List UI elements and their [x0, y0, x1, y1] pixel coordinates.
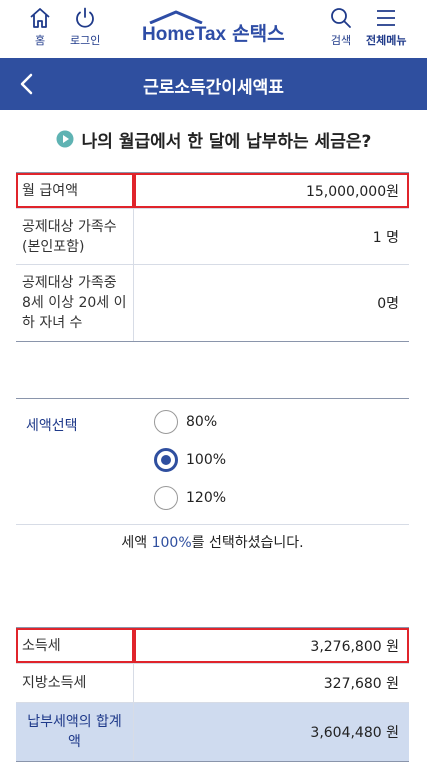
children-count-value[interactable]: 0명 — [134, 265, 409, 341]
family-count-label: 공제대상 가족수(본인포함) — [16, 209, 134, 264]
table-row: 공제대상 가족수(본인포함) 1 명 — [16, 209, 409, 265]
login-label: 로그인 — [70, 34, 101, 47]
question-text: 나의 월급에서 한 달에 납부하는 세금은? — [81, 131, 372, 152]
table-row: 지방소득세 327,680 원 — [16, 664, 409, 703]
radio-80-label: 80% — [186, 414, 218, 430]
selection-message-suffix: 를 선택하셨습니다. — [191, 535, 304, 551]
play-circle-icon — [56, 130, 74, 148]
selection-message-percent: 100% — [151, 535, 192, 551]
total-tax-value: 3,604,480 원 — [310, 725, 399, 741]
radio-80[interactable]: 80% — [154, 410, 217, 434]
radio-circle[interactable] — [154, 448, 178, 472]
income-tax-label: 소득세 — [16, 628, 134, 663]
radio-120-label: 120% — [186, 490, 227, 506]
table-row: 납부세액의 합계액 3,604,480 원 — [16, 703, 409, 761]
logo-roof-icon — [149, 10, 203, 24]
local-income-tax-value: 327,680 원 — [323, 676, 399, 692]
total-tax-label: 납부세액의 합계액 — [16, 703, 134, 761]
home-button[interactable]: 홈 — [28, 6, 52, 48]
result-table: 소득세 3,276,800 원 지방소득세 327,680 원 납부세액의 합계… — [16, 627, 409, 762]
tax-rate-selection: 세액선택 80% 100% 120% — [16, 398, 409, 525]
table-row: 소득세 3,276,800 원 — [16, 628, 409, 664]
selection-message: 세액 100%를 선택하셨습니다. — [16, 532, 409, 552]
search-icon — [331, 8, 351, 28]
power-icon — [76, 7, 95, 28]
search-label: 검색 — [330, 34, 352, 47]
input-table: 월 급여액 15,000,000원 공제대상 가족수(본인포함) 1 명 공제대… — [16, 172, 409, 342]
home-label: 홈 — [34, 34, 46, 47]
hamburger-icon — [377, 10, 396, 26]
selection-message-prefix: 세액 — [121, 535, 152, 551]
radio-circle[interactable] — [154, 410, 178, 434]
top-bar: 홈 로그인 HomeTax 손택스 검색 전체메뉴 — [0, 0, 427, 58]
monthly-salary-label: 월 급여액 — [16, 173, 134, 208]
all-menu-label: 전체메뉴 — [366, 34, 407, 47]
radio-circle[interactable] — [154, 486, 178, 510]
all-menu-button[interactable]: 전체메뉴 — [366, 6, 406, 48]
question-heading: 나의 월급에서 한 달에 납부하는 세금은? — [0, 124, 427, 154]
tax-select-label: 세액선택 — [26, 418, 78, 434]
search-button[interactable]: 검색 — [329, 6, 353, 48]
monthly-salary-value[interactable]: 15,000,000원 — [134, 173, 409, 208]
title-bar: 근로소득간이세액표 — [0, 58, 427, 110]
family-count-value[interactable]: 1 명 — [134, 209, 409, 264]
login-button[interactable]: 로그인 — [70, 6, 100, 48]
table-row: 월 급여액 15,000,000원 — [16, 173, 409, 209]
home-icon — [30, 8, 50, 28]
income-tax-value: 3,276,800 원 — [134, 628, 409, 663]
logo-text-en: HomeTax — [142, 24, 227, 45]
radio-120[interactable]: 120% — [154, 486, 226, 510]
radio-100-label: 100% — [186, 452, 227, 468]
logo-text-ko: 손택스 — [232, 23, 285, 45]
children-count-label: 공제대상 가족중 8세 이상 20세 이하 자녀 수 — [16, 265, 134, 341]
page-title: 근로소득간이세액표 — [143, 78, 284, 98]
table-row: 공제대상 가족중 8세 이상 20세 이하 자녀 수 0명 — [16, 265, 409, 341]
radio-100[interactable]: 100% — [154, 448, 226, 472]
local-income-tax-label: 지방소득세 — [16, 664, 134, 702]
